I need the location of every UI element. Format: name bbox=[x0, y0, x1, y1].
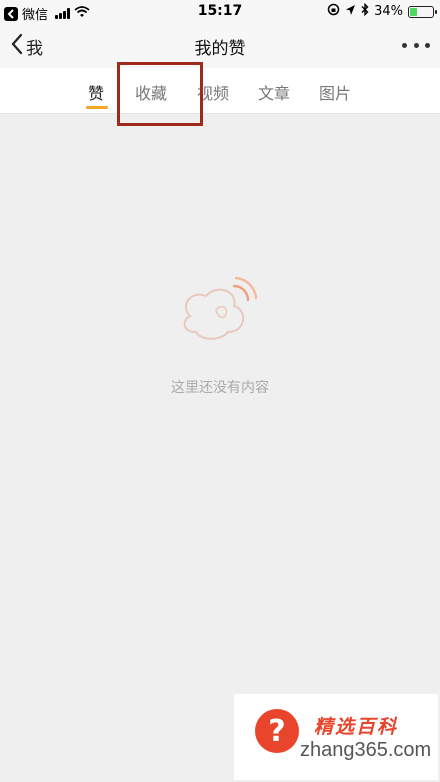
bluetooth-icon bbox=[361, 2, 369, 20]
more-dot-icon bbox=[402, 42, 407, 48]
page-title: 我的赞 bbox=[194, 39, 246, 59]
highlight-annotation-box bbox=[117, 62, 203, 126]
status-bar: 微信 15:17 34% bbox=[0, 0, 440, 24]
nav-bar: 我 我的赞 bbox=[0, 24, 440, 68]
status-right: 34% bbox=[327, 2, 437, 20]
question-mark-logo-icon: ? bbox=[254, 708, 300, 758]
tab-likes[interactable]: 赞 bbox=[88, 80, 104, 104]
battery-fill bbox=[410, 7, 418, 16]
tab-articles[interactable]: 文章 bbox=[258, 80, 290, 104]
watermark-title: 精选百科 bbox=[314, 716, 399, 738]
active-tab-indicator bbox=[86, 106, 108, 109]
rotation-lock-icon bbox=[327, 3, 340, 20]
more-dot-icon bbox=[413, 42, 419, 48]
screen: 微信 15:17 34% 我 我的赞 赞 收藏 视频 文章 图片 这里还没有内容… bbox=[0, 0, 440, 782]
empty-state-message: 这里还没有内容 bbox=[171, 380, 269, 396]
location-icon bbox=[345, 4, 356, 20]
tab-bar: 赞 收藏 视频 文章 图片 bbox=[0, 68, 440, 114]
battery-percent: 34% bbox=[374, 4, 403, 19]
more-dot-icon bbox=[425, 42, 430, 48]
more-button[interactable] bbox=[402, 34, 430, 56]
battery-icon bbox=[408, 5, 437, 18]
watermark-domain: zhang365.com bbox=[300, 739, 432, 761]
tab-images[interactable]: 图片 bbox=[319, 80, 351, 104]
svg-text:?: ? bbox=[268, 714, 285, 749]
empty-state-icon bbox=[176, 276, 266, 352]
watermark: ? 精选百科 zhang365.com bbox=[234, 694, 438, 780]
